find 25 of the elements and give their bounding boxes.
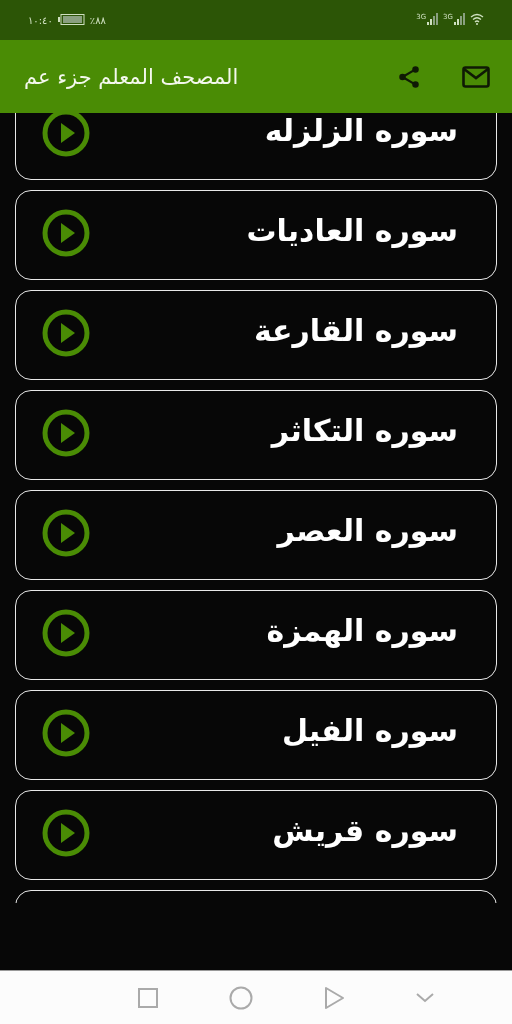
sura-item[interactable]: سوره الهمزة	[15, 590, 497, 680]
sura-item[interactable]: سوره القارعة	[15, 290, 497, 380]
sura-item[interactable]: سوره قريش	[15, 790, 497, 880]
play-icon[interactable]	[42, 709, 90, 757]
battery-level: ٪٨٨	[89, 14, 106, 26]
signal-icon	[427, 13, 440, 27]
share-icon[interactable]	[396, 63, 422, 90]
play-icon[interactable]	[42, 609, 90, 657]
battery-icon	[57, 13, 85, 27]
sura-item[interactable]: سوره العصر	[15, 490, 497, 580]
play-icon[interactable]	[42, 809, 90, 857]
sura-item[interactable]: سوره العاديات	[15, 190, 497, 280]
sura-item[interactable]: سوره الفيل	[15, 690, 497, 780]
play-icon[interactable]	[42, 409, 90, 457]
play-icon[interactable]	[42, 309, 90, 357]
signal-icon	[454, 13, 466, 27]
wifi-icon	[470, 13, 484, 27]
play-icon[interactable]	[42, 209, 90, 257]
sura-item[interactable]: سوره التكاثر	[15, 390, 497, 480]
app-title: المصحف المعلم جزء عم	[24, 64, 239, 89]
play-icon[interactable]	[42, 113, 90, 157]
clock-time: ١٠:٤٠	[28, 14, 53, 26]
mail-icon[interactable]	[462, 65, 490, 88]
sura-item[interactable]: سوره الزلزله	[15, 113, 497, 180]
play-icon[interactable]	[42, 509, 90, 557]
